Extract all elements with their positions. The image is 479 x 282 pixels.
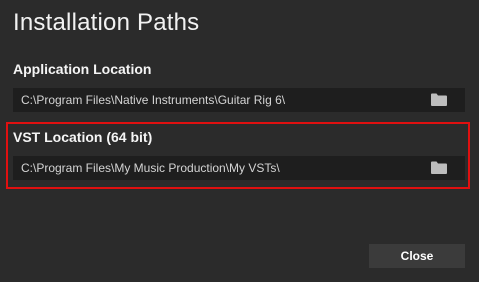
application-location-label: Application Location	[13, 61, 152, 77]
vst-location-field[interactable]: C:\Program Files\My Music Production\My …	[13, 156, 465, 180]
application-location-browse-folder-icon	[431, 93, 447, 106]
vst-location-path: C:\Program Files\My Music Production\My …	[21, 161, 280, 175]
vst-location-browse-folder-icon	[431, 161, 447, 174]
close-button[interactable]: Close	[369, 244, 465, 268]
folder-icon[interactable]	[431, 161, 447, 174]
application-location-path: C:\Program Files\Native Instruments\Guit…	[21, 93, 286, 107]
application-location-field[interactable]: C:\Program Files\Native Instruments\Guit…	[13, 88, 465, 112]
folder-icon[interactable]	[431, 93, 447, 106]
dialog-title: Installation Paths	[13, 9, 200, 36]
vst-location-label: VST Location (64 bit)	[13, 129, 153, 145]
